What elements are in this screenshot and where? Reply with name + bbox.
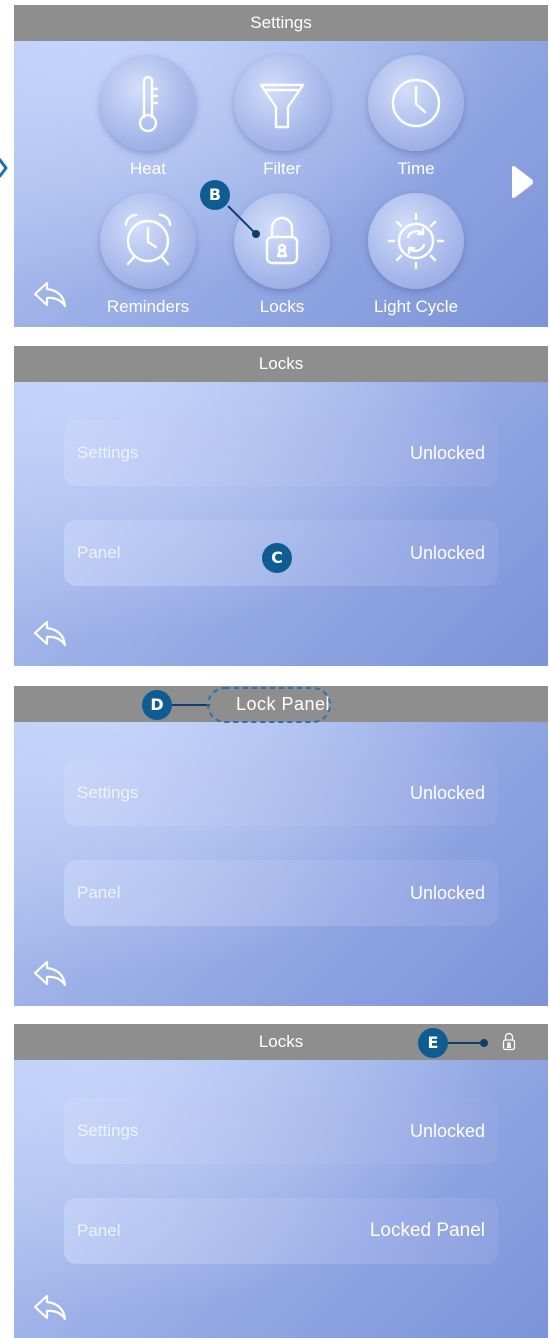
- row-value: Unlocked: [409, 883, 485, 903]
- reminders-label: Reminders: [106, 297, 190, 316]
- heat-label: Heat: [130, 159, 166, 178]
- back-arrow-icon[interactable]: [32, 958, 68, 988]
- time-button[interactable]: [368, 55, 464, 151]
- settings-lock-row[interactable]: Settings Unlocked: [64, 760, 498, 826]
- filter-funnel-icon: [259, 83, 305, 129]
- back-arrow-icon[interactable]: [32, 1292, 68, 1322]
- chevron-right-icon: [0, 158, 8, 178]
- panel-lock-row[interactable]: Panel Locked Panel: [64, 1198, 498, 1264]
- row-value: Unlocked: [409, 543, 485, 563]
- screen-title: Locks: [14, 346, 548, 382]
- thermometer-icon: [138, 75, 159, 133]
- small-lock-icon: [502, 1032, 516, 1051]
- settings-lock-row[interactable]: Settings Unlocked: [64, 1098, 498, 1164]
- settings-lock-row[interactable]: Settings Unlocked: [64, 420, 498, 486]
- row-label: Panel: [77, 883, 121, 902]
- back-arrow-icon[interactable]: [32, 279, 68, 309]
- screen-title: Locks: [14, 1024, 548, 1060]
- lock-panel-screen: Lock Panel Settings Unlocked Panel Unloc…: [14, 686, 548, 1006]
- panel-lock-row[interactable]: Panel Unlocked: [64, 860, 498, 926]
- filter-label: Filter: [263, 159, 301, 178]
- callout-c: C: [262, 543, 292, 573]
- clock-icon: [391, 78, 441, 128]
- row-value: Unlocked: [409, 1121, 485, 1141]
- play-arrow-icon[interactable]: [510, 165, 534, 199]
- reminders-button[interactable]: [100, 193, 196, 289]
- locks-label: Locks: [259, 297, 305, 316]
- row-label: Settings: [77, 783, 139, 802]
- screen-title: Lock Panel: [235, 694, 331, 714]
- time-label: Time: [397, 159, 435, 178]
- alarm-clock-icon: [124, 213, 172, 266]
- row-value: Unlocked: [409, 443, 485, 463]
- padlock-icon: [265, 216, 299, 265]
- locks-locked-screen: Locks Settings Unlocked Panel Locked Pan…: [14, 1024, 548, 1338]
- row-label: Settings: [77, 443, 139, 462]
- back-arrow-icon[interactable]: [32, 618, 68, 648]
- locks-screen: Locks Settings Unlocked Panel Unlocked: [14, 346, 548, 666]
- light-cycle-button[interactable]: [368, 193, 464, 289]
- heat-button[interactable]: [100, 55, 196, 151]
- screen-title: Settings: [14, 5, 548, 41]
- row-value: Unlocked: [409, 783, 485, 803]
- row-value: Locked Panel: [369, 1220, 485, 1241]
- filter-button[interactable]: [234, 55, 330, 151]
- callout-e: E: [418, 1028, 448, 1058]
- row-label: Settings: [77, 1121, 139, 1140]
- locks-button[interactable]: [234, 193, 330, 289]
- settings-screen: Settings Heat Filter Time Reminders Lock…: [14, 5, 548, 327]
- callout-b: B: [200, 180, 230, 210]
- light-cycle-label: Light Cycle: [373, 297, 459, 316]
- row-label: Panel: [77, 1221, 121, 1240]
- light-cycle-icon: [387, 212, 445, 270]
- callout-d: D: [142, 690, 172, 720]
- row-label: Panel: [77, 543, 121, 562]
